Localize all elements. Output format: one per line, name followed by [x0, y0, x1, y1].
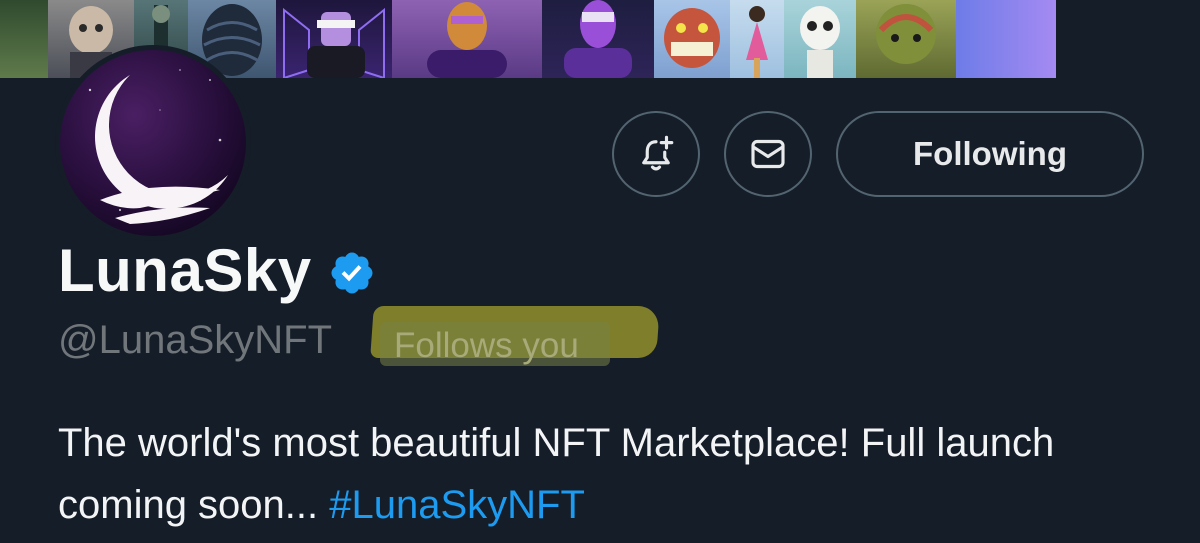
message-button[interactable] [724, 111, 812, 197]
profile-avatar[interactable] [55, 45, 251, 241]
banner-art-skeleton [784, 0, 856, 78]
bio-hashtag-link[interactable]: #LunaSkyNFT [329, 483, 585, 527]
following-label: Following [913, 135, 1067, 172]
display-name: LunaSky [58, 237, 312, 304]
banner-art-gradient [956, 0, 1056, 78]
envelope-icon [751, 139, 785, 169]
banner-art-neon-room [276, 0, 392, 78]
banner-art-dancer [730, 0, 784, 78]
profile-bio: The world's most beautiful NFT Marketpla… [58, 412, 1158, 536]
banner-art-forest [0, 0, 48, 78]
banner-art-purple-figure [542, 0, 654, 78]
lunasky-logo [60, 50, 246, 236]
banner-art-gold-figure [392, 0, 542, 78]
profile-name-row: LunaSky [58, 236, 376, 305]
following-button[interactable]: Following [836, 111, 1144, 197]
banner-art-oni-mask [654, 0, 730, 78]
bell-plus-icon [642, 135, 674, 171]
notify-button[interactable] [612, 111, 700, 197]
banner-art-extra [1056, 0, 1156, 78]
profile-handle: @LunaSkyNFT [58, 318, 333, 362]
banner-art-lizard [856, 0, 956, 78]
verified-badge-icon [331, 252, 373, 293]
follows-you-badge: Follows you [380, 322, 610, 366]
